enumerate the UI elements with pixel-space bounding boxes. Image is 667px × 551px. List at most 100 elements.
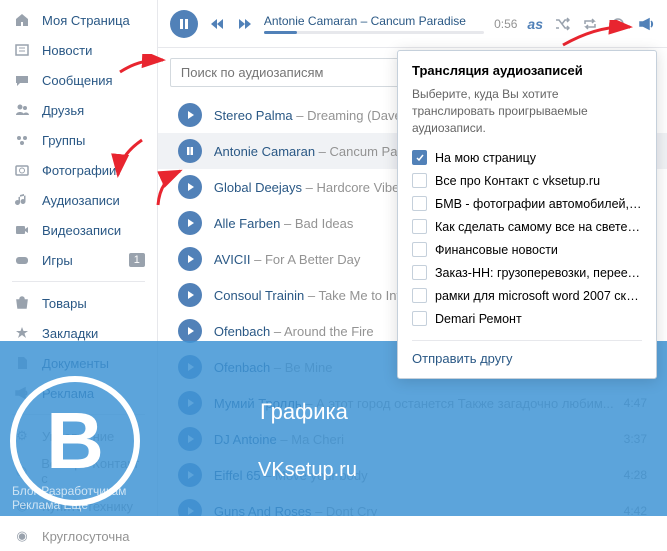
broadcast-popover: Трансляция аудиозаписей Выберите, куда В…	[397, 50, 657, 379]
pause-icon[interactable]	[178, 139, 202, 163]
sidebar-item-groups[interactable]: Группы	[0, 125, 157, 155]
play-icon[interactable]	[178, 499, 202, 516]
play-icon[interactable]	[178, 427, 202, 451]
option-label: Финансовые новости	[435, 243, 558, 257]
pause-icon	[178, 18, 190, 30]
progress-bar[interactable]	[264, 31, 484, 34]
sidebar-group-link[interactable]: ◉ Круглосуточна	[0, 521, 157, 551]
shuffle-button[interactable]	[553, 15, 571, 33]
sidebar-item-bookmarks[interactable]: Закладки	[0, 318, 157, 348]
sidebar-item-label: Фотографии	[42, 163, 116, 178]
sidebar: Моя Страница Новости Сообщения Друзья Гр…	[0, 0, 158, 516]
track-row[interactable]: DJ Antoine – Ma Cheri 3:37	[158, 421, 667, 457]
goods-icon	[12, 293, 32, 313]
sidebar-item-messages[interactable]: Сообщения	[0, 65, 157, 95]
lastfm-icon[interactable]: as	[527, 16, 543, 32]
broadcast-option[interactable]: БМВ - фотографии автомобилей, все п...	[412, 192, 642, 215]
headphones-button[interactable]	[609, 15, 627, 33]
sidebar-item-games[interactable]: Игры 1	[0, 245, 157, 275]
option-label: БМВ - фотографии автомобилей, все п...	[435, 197, 642, 211]
option-label: Как сделать самому все на свете вме...	[435, 220, 642, 234]
play-icon[interactable]	[178, 175, 202, 199]
sidebar-item-news[interactable]: Новости	[0, 35, 157, 65]
broadcast-option[interactable]: На мою страницу	[412, 146, 642, 169]
pause-button[interactable]	[170, 10, 198, 38]
sidebar-item-manage[interactable]: ⚙ Управление	[0, 421, 157, 451]
sidebar-item-label: Новости	[42, 43, 92, 58]
track-duration: 4:28	[624, 468, 647, 482]
checkbox[interactable]	[412, 288, 427, 303]
main-area: Antonie Camaran – Cancum Paradise 0:56 a…	[158, 0, 667, 516]
now-playing[interactable]: Antonie Camaran – Cancum Paradise	[264, 14, 484, 34]
sidebar-item-audio[interactable]: Аудиозаписи	[0, 185, 157, 215]
play-icon[interactable]	[178, 103, 202, 127]
checkbox[interactable]	[412, 219, 427, 234]
track-text: Eiffel 65 – Move your body	[214, 468, 614, 483]
track-row[interactable]: Мумий Тролль – А этот город останется Та…	[158, 385, 667, 421]
checkbox[interactable]	[412, 173, 427, 188]
prev-button[interactable]	[208, 15, 226, 33]
games-icon	[12, 250, 32, 270]
track-time: 0:56	[494, 17, 517, 31]
group-icon: ◉	[12, 526, 32, 546]
play-icon[interactable]	[178, 211, 202, 235]
play-icon[interactable]	[178, 319, 202, 343]
broadcast-option[interactable]: Demari Ремонт	[412, 307, 642, 330]
sidebar-item-label: Круглосуточна	[42, 529, 130, 544]
broadcast-option[interactable]: Как сделать самому все на свете вме...	[412, 215, 642, 238]
player-bar: Antonie Camaran – Cancum Paradise 0:56 a…	[158, 0, 667, 48]
group-icon: ◉	[12, 461, 31, 481]
track-duration: 4:47	[624, 396, 647, 410]
sidebar-item-label: Документы	[42, 356, 109, 371]
sidebar-item-goods[interactable]: Товары	[0, 288, 157, 318]
option-label: Demari Ремонт	[435, 312, 522, 326]
checkbox[interactable]	[412, 150, 427, 165]
sidebar-item-ads[interactable]: Реклама	[0, 378, 157, 408]
track-row[interactable]: Guns And Roses – Dont Cry 4:42	[158, 493, 667, 516]
now-playing-title: Antonie Camaran – Cancum Paradise	[264, 14, 484, 28]
footer-links: Блог Разработчикам Реклама Ещё	[12, 484, 126, 512]
play-icon[interactable]	[178, 391, 202, 415]
next-button[interactable]	[236, 15, 254, 33]
sidebar-item-photos[interactable]: Фотографии	[0, 155, 157, 185]
audio-icon	[12, 190, 32, 210]
track-text: DJ Antoine – Ma Cheri	[214, 432, 614, 447]
option-label: рамки для microsoft word 2007 скачать	[435, 289, 642, 303]
sidebar-item-mypage[interactable]: Моя Страница	[0, 5, 157, 35]
broadcast-option[interactable]: Финансовые новости	[412, 238, 642, 261]
sidebar-item-video[interactable]: Видеозаписи	[0, 215, 157, 245]
groups-icon	[12, 130, 32, 150]
track-text: Guns And Roses – Dont Cry	[214, 504, 614, 517]
checkbox[interactable]	[412, 265, 427, 280]
broadcast-option[interactable]: Заказ-НН: грузоперевозки, переезды, ...	[412, 261, 642, 284]
sidebar-item-label: Все про Контакт с	[41, 456, 145, 486]
friends-icon	[12, 100, 32, 120]
broadcast-option[interactable]: рамки для microsoft word 2007 скачать	[412, 284, 642, 307]
news-icon	[12, 40, 32, 60]
checkbox[interactable]	[412, 196, 427, 211]
sidebar-item-docs[interactable]: Документы	[0, 348, 157, 378]
play-icon[interactable]	[178, 283, 202, 307]
track-row[interactable]: Eiffel 65 – Move your body 4:28	[158, 457, 667, 493]
play-icon[interactable]	[178, 355, 202, 379]
broadcast-button[interactable]	[637, 15, 655, 33]
sidebar-item-label: Товары	[42, 296, 87, 311]
docs-icon	[12, 353, 32, 373]
message-icon	[12, 70, 32, 90]
sidebar-item-label: Реклама	[42, 386, 94, 401]
play-icon[interactable]	[178, 463, 202, 487]
repeat-button[interactable]	[581, 15, 599, 33]
sidebar-item-friends[interactable]: Друзья	[0, 95, 157, 125]
send-friend-link[interactable]: Отправить другу	[412, 340, 642, 366]
popover-desc: Выберите, куда Вы хотите транслировать п…	[412, 86, 642, 136]
bookmark-icon	[12, 323, 32, 343]
checkbox[interactable]	[412, 311, 427, 326]
checkbox[interactable]	[412, 242, 427, 257]
track-duration: 3:37	[624, 432, 647, 446]
play-icon[interactable]	[178, 247, 202, 271]
photo-icon	[12, 160, 32, 180]
broadcast-option[interactable]: Все про Контакт с vksetup.ru	[412, 169, 642, 192]
sidebar-item-label: Видеозаписи	[42, 223, 121, 238]
track-duration: 4:42	[624, 504, 647, 516]
track-text: Мумий Тролль – А этот город останется Та…	[214, 396, 614, 411]
